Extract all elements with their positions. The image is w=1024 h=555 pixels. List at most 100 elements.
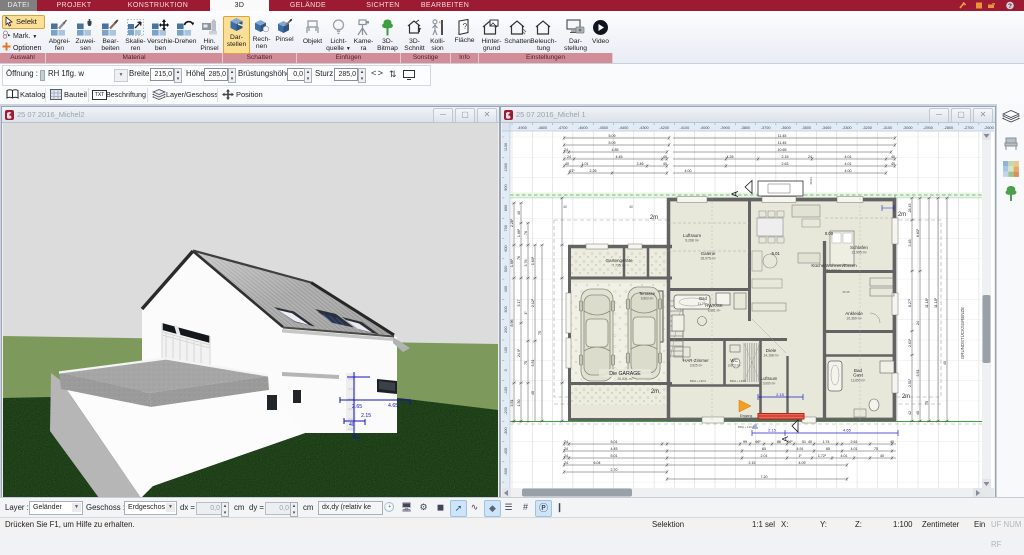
svg-text:-2800: -2800 [943, 126, 953, 130]
svg-text:4.65: 4.65 [388, 403, 398, 409]
svg-text:42: 42 [908, 411, 912, 415]
svg-text:40: 40 [349, 422, 355, 428]
svg-text:0,000 m²: 0,000 m² [763, 382, 776, 386]
svg-text:-3600: -3600 [781, 126, 791, 130]
svg-text:-4200: -4200 [659, 126, 669, 130]
svg-text:24.9¹: 24.9¹ [517, 348, 521, 357]
svg-text:1.66¹: 1.66¹ [510, 258, 514, 267]
svg-text:3.51: 3.51 [531, 360, 535, 367]
svg-text:2.70: 2.70 [611, 468, 618, 472]
svg-text:3.51: 3.51 [916, 370, 920, 377]
svg-text:18,975 m²: 18,975 m² [700, 257, 716, 261]
svg-text:2.28¹: 2.28¹ [510, 218, 514, 227]
svg-text:12,995 m²: 12,995 m² [851, 251, 867, 255]
svg-text:GRUNDSTÜCKSGRENZE: GRUNDSTÜCKSGRENZE [960, 307, 965, 359]
svg-text:-3200: -3200 [862, 126, 872, 130]
svg-text:-3000: -3000 [903, 126, 913, 130]
svg-text:4.01: 4.01 [851, 447, 858, 451]
svg-text:8,681 m²: 8,681 m² [708, 309, 721, 313]
svg-text:-4100: -4100 [680, 126, 690, 130]
svg-text:Luftraum: Luftraum [761, 376, 778, 381]
svg-text:24: 24 [564, 461, 568, 465]
svg-text:-4900: -4900 [517, 126, 527, 130]
svg-text:Terrasse: Terrasse [639, 291, 656, 296]
svg-text:900: 900 [504, 184, 508, 190]
svg-text:40.03: 40.03 [809, 177, 813, 185]
svg-text:-4500: -4500 [598, 126, 608, 130]
svg-text:-3400: -3400 [822, 126, 832, 130]
svg-text:4.45: 4.45 [611, 447, 618, 451]
svg-text:6.04: 6.04 [594, 461, 601, 465]
svg-text:-3500: -3500 [801, 126, 811, 130]
svg-text:75: 75 [925, 401, 929, 405]
svg-text:24: 24 [564, 447, 568, 451]
svg-text:76: 76 [524, 231, 528, 235]
svg-text:1100: 1100 [504, 143, 508, 151]
svg-text:9,863 m²: 9,863 m² [641, 297, 654, 301]
svg-text:2.15: 2.15 [749, 461, 756, 465]
svg-text:4.91: 4.91 [797, 447, 804, 451]
svg-text:2.63¹: 2.63¹ [908, 338, 912, 347]
svg-text:-200: -200 [504, 407, 508, 415]
svg-text:-100: -100 [504, 387, 508, 395]
svg-text:24: 24 [564, 440, 568, 444]
svg-text:14,168 m²: 14,168 m² [763, 354, 779, 358]
svg-text:25.45: 25.45 [843, 290, 850, 294]
svg-text:40: 40 [916, 411, 920, 415]
svg-text:4.85: 4.85 [612, 148, 619, 152]
svg-text:40: 40 [563, 205, 567, 209]
svg-text:40: 40 [663, 162, 667, 166]
svg-text:26,831 m²: 26,831 m² [617, 377, 633, 381]
svg-text:-3300: -3300 [842, 126, 852, 130]
svg-text:53,924 m²: 53,924 m² [826, 269, 842, 273]
svg-text:800: 800 [504, 205, 508, 211]
svg-text:40: 40 [663, 155, 667, 159]
svg-text:5.17: 5.17 [517, 300, 521, 307]
svg-text:-4600: -4600 [578, 126, 588, 130]
svg-text:75: 75 [524, 361, 528, 365]
svg-text:2m: 2m [650, 215, 658, 221]
svg-text:3.51: 3.51 [510, 400, 514, 407]
svg-text:2.61: 2.61 [851, 440, 858, 444]
svg-text:-4400: -4400 [619, 126, 629, 130]
svg-text:-500: -500 [504, 468, 508, 476]
svg-text:4.00: 4.00 [845, 169, 852, 173]
svg-text:Schlafen: Schlafen [850, 245, 868, 250]
svg-text:Gast: Gast [853, 373, 863, 378]
svg-text:-4700: -4700 [558, 126, 568, 130]
svg-text:BRH + 126.5: BRH + 126.5 [738, 425, 755, 429]
svg-text:-4800: -4800 [537, 126, 547, 130]
svg-text:40: 40 [629, 205, 633, 209]
svg-text:5.09: 5.09 [609, 134, 616, 138]
svg-text:HAR-Zimmer: HAR-Zimmer [683, 358, 709, 363]
svg-text:4.25: 4.25 [727, 155, 734, 159]
svg-text:600: 600 [504, 245, 508, 251]
svg-text:0.00: 0.00 [825, 231, 834, 236]
svg-text:300: 300 [504, 306, 508, 312]
svg-text:1.50: 1.50 [517, 400, 521, 407]
svg-text:40: 40 [880, 454, 884, 458]
svg-text:3.76: 3.76 [524, 260, 528, 267]
svg-text:2m: 2m [898, 212, 906, 218]
svg-text:0: 0 [504, 369, 508, 371]
svg-text:45: 45 [531, 391, 535, 395]
svg-text:2m: 2m [651, 389, 659, 395]
svg-text:-5.01: -5.01 [770, 251, 780, 256]
svg-text:1.63¹: 1.63¹ [531, 256, 535, 265]
svg-text:Ankleide: Ankleide [845, 311, 863, 316]
svg-text:BRH + 139.0: BRH + 139.0 [690, 379, 707, 383]
svg-text:5.09: 5.09 [609, 141, 616, 145]
svg-text:75: 75 [538, 331, 542, 335]
svg-text:10,369 m²: 10,369 m² [846, 317, 862, 321]
svg-text:11.45: 11.45 [778, 134, 787, 138]
svg-text:400: 400 [504, 286, 508, 292]
svg-text:-2600: -2600 [984, 126, 994, 130]
svg-text:2.12¹: 2.12¹ [531, 298, 535, 307]
svg-text:13,650 m²: 13,650 m² [851, 379, 865, 383]
svg-text:-4000: -4000 [700, 126, 710, 130]
svg-text:40: 40 [891, 155, 895, 159]
svg-text:3,925 m²: 3,925 m² [690, 364, 703, 368]
svg-text:2.01: 2.01 [761, 454, 768, 458]
svg-text:WC: WC [730, 358, 737, 363]
svg-text:1.74: 1.74 [823, 440, 830, 444]
